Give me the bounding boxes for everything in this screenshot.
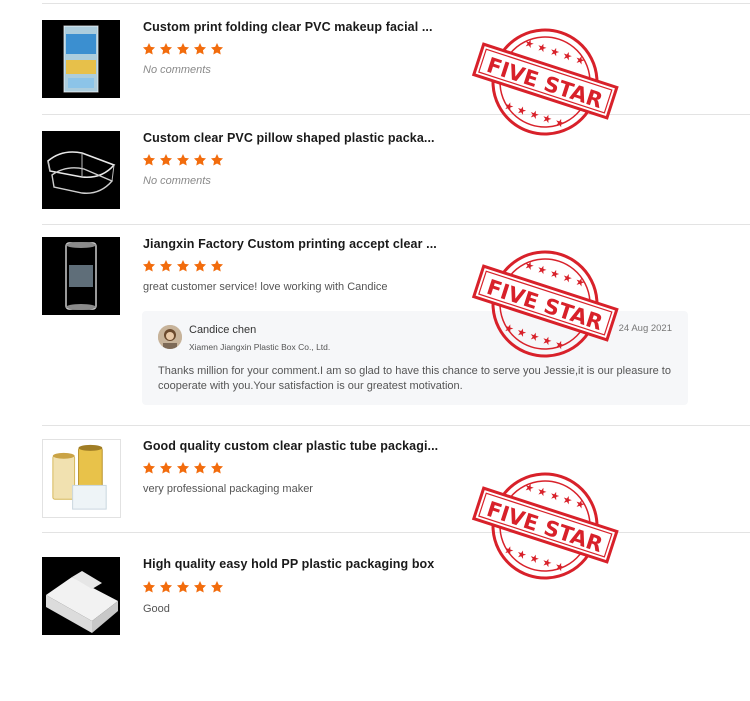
review-product-title[interactable]: Good quality custom clear plastic tube p… bbox=[143, 439, 438, 453]
reply-author-name: Candice chen bbox=[189, 324, 257, 336]
star-rating bbox=[142, 580, 224, 594]
reply-company-name: Xiamen Jiangxin Plastic Box Co., Ltd. bbox=[189, 342, 331, 352]
pvc-box-product-image[interactable] bbox=[42, 20, 120, 98]
star-rating bbox=[142, 42, 224, 56]
review-product-title[interactable]: Custom clear PVC pillow shaped plastic p… bbox=[143, 131, 435, 145]
divider bbox=[42, 425, 750, 426]
star-icon bbox=[142, 259, 156, 273]
review-comment: very professional packaging maker bbox=[143, 483, 313, 495]
star-icon bbox=[142, 580, 156, 594]
reply-date: 24 Aug 2021 bbox=[618, 323, 672, 334]
five-star-stamp: ★ ★ ★ ★ ★ ★ ★ ★ ★ ★ FIVE STAR bbox=[470, 466, 620, 586]
star-icon bbox=[176, 153, 190, 167]
review-item: High quality easy hold PP plastic packag… bbox=[42, 557, 750, 642]
review-product-title[interactable]: Jiangxin Factory Custom printing accept … bbox=[143, 237, 437, 251]
five-star-stamp: ★ ★ ★ ★ ★ ★ ★ ★ ★ ★ FIVE STAR bbox=[470, 244, 620, 364]
star-icon bbox=[142, 42, 156, 56]
star-icon bbox=[210, 580, 224, 594]
star-icon bbox=[176, 580, 190, 594]
star-icon bbox=[159, 580, 173, 594]
reply-text: Thanks million for your comment.I am so … bbox=[158, 365, 671, 392]
star-icon bbox=[210, 461, 224, 475]
star-icon bbox=[176, 259, 190, 273]
tube-packaging-product-image[interactable] bbox=[42, 439, 121, 518]
star-icon bbox=[210, 42, 224, 56]
star-icon bbox=[193, 42, 207, 56]
divider bbox=[42, 3, 750, 4]
review-product-title[interactable]: High quality easy hold PP plastic packag… bbox=[143, 557, 434, 571]
divider bbox=[42, 114, 750, 115]
divider bbox=[42, 224, 750, 225]
pp-box-product-image[interactable] bbox=[42, 557, 120, 635]
review-comment: No comments bbox=[143, 175, 211, 187]
star-rating bbox=[142, 259, 224, 273]
review-comment: great customer service! love working wit… bbox=[143, 281, 388, 293]
five-star-stamp: ★ ★ ★ ★ ★ ★ ★ ★ ★ ★ FIVE STAR bbox=[470, 22, 620, 142]
star-icon bbox=[159, 259, 173, 273]
review-item: Custom clear PVC pillow shaped plastic p… bbox=[42, 131, 750, 221]
star-icon bbox=[193, 153, 207, 167]
review-comment: Good bbox=[143, 603, 170, 615]
clear-tube-product-image[interactable] bbox=[42, 237, 120, 315]
star-icon bbox=[159, 461, 173, 475]
star-icon bbox=[210, 153, 224, 167]
review-item: Custom print folding clear PVC makeup fa… bbox=[42, 20, 750, 110]
star-icon bbox=[193, 259, 207, 273]
star-icon bbox=[159, 153, 173, 167]
star-icon bbox=[193, 461, 207, 475]
star-icon bbox=[193, 580, 207, 594]
divider bbox=[42, 532, 750, 533]
avatar bbox=[158, 325, 182, 349]
star-icon bbox=[210, 259, 224, 273]
review-item: Good quality custom clear plastic tube p… bbox=[42, 439, 750, 524]
star-icon bbox=[176, 461, 190, 475]
review-item: Jiangxin Factory Custom printing accept … bbox=[42, 237, 750, 417]
star-rating bbox=[142, 153, 224, 167]
star-icon bbox=[176, 42, 190, 56]
star-icon bbox=[159, 42, 173, 56]
star-icon bbox=[142, 461, 156, 475]
star-icon bbox=[142, 153, 156, 167]
review-comment: No comments bbox=[143, 64, 211, 76]
pillow-box-product-image[interactable] bbox=[42, 131, 120, 209]
review-product-title[interactable]: Custom print folding clear PVC makeup fa… bbox=[143, 20, 433, 34]
star-rating bbox=[142, 461, 224, 475]
